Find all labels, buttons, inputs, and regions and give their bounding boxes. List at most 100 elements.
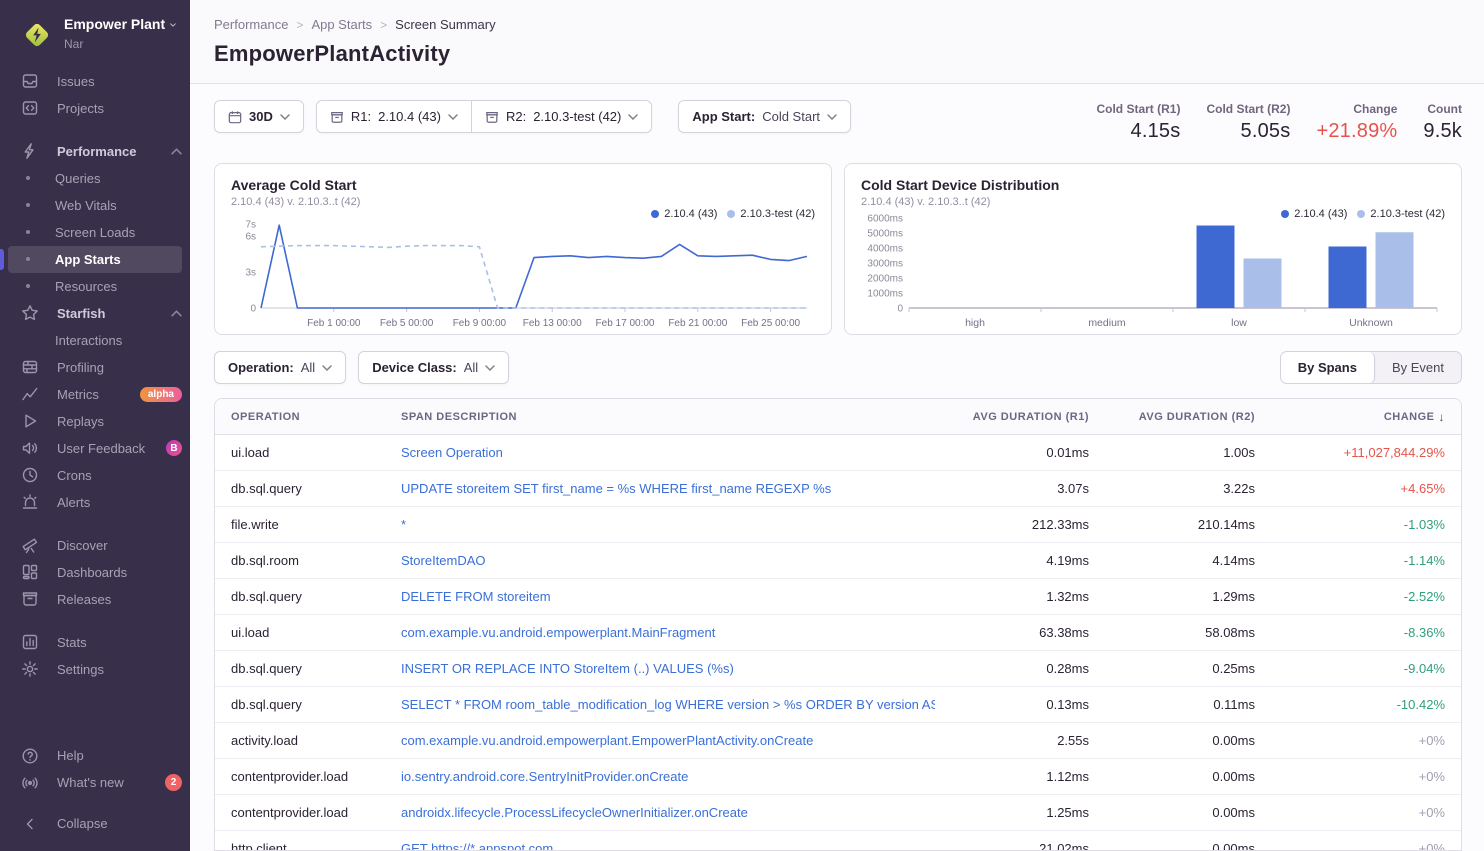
breadcrumb-app-starts[interactable]: App Starts	[311, 17, 372, 32]
span-description-link[interactable]: StoreItemDAO	[401, 553, 486, 568]
releases-icon	[20, 590, 39, 608]
legend-label: 2.10.3-test (42)	[740, 208, 815, 220]
svg-text:6000ms: 6000ms	[867, 214, 903, 225]
svg-text:2000ms: 2000ms	[867, 274, 903, 285]
toggle-by-spans[interactable]: By Spans	[1281, 352, 1375, 383]
bullet-icon	[26, 284, 30, 288]
span-description-link[interactable]: com.example.vu.android.empowerplant.Empo…	[401, 733, 813, 748]
span-description-link[interactable]: io.sentry.android.core.SentryInitProvide…	[401, 769, 688, 784]
span-description-link[interactable]: *	[401, 517, 406, 532]
stat-label: Change	[1353, 102, 1397, 116]
col-avg-duration-r2[interactable]: Avg Duration (R2)	[1105, 399, 1271, 435]
legend-entry[interactable]: 2.10.4 (43)	[1281, 208, 1347, 220]
sidebar-item-crons[interactable]: Crons	[8, 462, 182, 489]
span-description-link[interactable]: androidx.lifecycle.ProcessLifecycleOwner…	[401, 805, 748, 820]
sidebar-item-projects[interactable]: Projects	[8, 95, 182, 122]
sidebar-item-queries[interactable]: Queries	[8, 165, 182, 192]
cell-avg-duration-r1: 0.28ms	[935, 651, 1105, 686]
sidebar-item-collapse[interactable]: Collapse	[8, 810, 182, 837]
table-row: file.write*212.33ms210.14ms-1.03%	[215, 506, 1461, 542]
charts-row: Average Cold Start 2.10.4 (43) v. 2.10.3…	[214, 163, 1462, 335]
sidebar-item-starfish[interactable]: Starfish	[8, 300, 182, 327]
sidebar-item-app-starts[interactable]: App Starts	[8, 246, 182, 273]
sidebar-item-web-vitals[interactable]: Web Vitals	[8, 192, 182, 219]
device-distribution-panel: Cold Start Device Distribution 2.10.4 (4…	[844, 163, 1462, 335]
chevron-up-icon	[171, 310, 182, 317]
sidebar-item-replays[interactable]: Replays	[8, 408, 182, 435]
cell-span-description: Screen Operation	[385, 435, 935, 470]
col-change[interactable]: Change ↓	[1271, 399, 1461, 435]
span-description-link[interactable]: DELETE FROM storeitem	[401, 589, 551, 604]
svg-text:6s: 6s	[245, 232, 256, 243]
stat-cold-start-r1: Cold Start (R1)4.15s	[1096, 102, 1180, 143]
table-row: contentprovider.loadandroidx.lifecycle.P…	[215, 794, 1461, 830]
svg-text:Feb 9 00:00: Feb 9 00:00	[453, 318, 507, 329]
sidebar-item-performance[interactable]: Performance	[8, 138, 182, 165]
span-description-link[interactable]: UPDATE storeitem SET first_name = %s WHE…	[401, 481, 831, 496]
sidebar-item-user-feedback[interactable]: User FeedbackB	[8, 435, 182, 462]
sidebar-item-label: Interactions	[55, 333, 122, 348]
sidebar-item-resources[interactable]: Resources	[8, 273, 182, 300]
sidebar-item-releases[interactable]: Releases	[8, 586, 182, 613]
stats-icon	[20, 633, 39, 651]
sidebar-item-label: Performance	[57, 144, 136, 159]
sidebar-item-stats[interactable]: Stats	[8, 629, 182, 656]
sidebar-item-profiling[interactable]: Profiling	[8, 354, 182, 381]
date-range-button[interactable]: 30D	[214, 100, 304, 133]
cell-avg-duration-r2: 4.14ms	[1105, 543, 1271, 578]
release-r1-button[interactable]: R1: 2.10.4 (43)	[317, 101, 471, 132]
col-span-description[interactable]: Span Description	[385, 399, 935, 435]
operation-label: Operation:	[228, 360, 294, 375]
svg-text:4000ms: 4000ms	[867, 244, 903, 255]
alpha-badge: alpha	[140, 387, 182, 402]
cell-avg-duration-r2: 0.11ms	[1105, 687, 1271, 722]
cell-span-description: com.example.vu.android.empowerplant.Main…	[385, 615, 935, 650]
device-class-filter-button[interactable]: Device Class: All	[358, 351, 509, 384]
sidebar-item-help[interactable]: Help	[8, 742, 182, 769]
span-description-link[interactable]: GET https://*.appspot.com	[401, 841, 553, 851]
operation-filter-button[interactable]: Operation: All	[214, 351, 346, 384]
breadcrumb-separator: >	[296, 18, 303, 32]
sidebar-item-dashboards[interactable]: Dashboards	[8, 559, 182, 586]
release-r2-button[interactable]: R2: 2.10.3-test (42)	[471, 101, 651, 132]
col-operation[interactable]: Operation	[215, 399, 385, 435]
sidebar-item-label: Starfish	[57, 306, 105, 321]
org-switcher[interactable]: Empower Plant Nar	[0, 14, 190, 68]
span-description-link[interactable]: Screen Operation	[401, 445, 503, 460]
span-description-link[interactable]: SELECT * FROM room_table_modification_lo…	[401, 697, 935, 712]
sidebar-item-alerts[interactable]: Alerts	[8, 489, 182, 516]
col-avg-duration-r1[interactable]: Avg Duration (R1)	[935, 399, 1105, 435]
span-description-link[interactable]: com.example.vu.android.empowerplant.Main…	[401, 625, 715, 640]
cell-span-description: DELETE FROM storeitem	[385, 579, 935, 614]
release-r2-value: 2.10.3-test (42)	[533, 109, 621, 124]
span-description-link[interactable]: INSERT OR REPLACE INTO StoreItem (..) VA…	[401, 661, 734, 676]
sidebar-item-issues[interactable]: Issues	[8, 68, 182, 95]
sidebar-item-interactions[interactable]: Interactions	[8, 327, 182, 354]
legend-label: 2.10.4 (43)	[664, 208, 717, 220]
stat-value: 9.5k	[1423, 120, 1462, 143]
sidebar-item-label: Collapse	[57, 816, 108, 831]
cell-operation: contentprovider.load	[215, 759, 385, 794]
legend-entry[interactable]: 2.10.4 (43)	[651, 208, 717, 220]
legend-entry[interactable]: 2.10.3-test (42)	[1357, 208, 1445, 220]
org-project: Nar	[64, 37, 83, 51]
sidebar-item-screen-loads[interactable]: Screen Loads	[8, 219, 182, 246]
svg-text:medium: medium	[1088, 317, 1126, 329]
stat-label: Cold Start (R1)	[1096, 102, 1180, 116]
device-class-value: All	[464, 360, 478, 375]
main-area: Performance > App Starts > Screen Summar…	[190, 0, 1484, 851]
breadcrumb: Performance > App Starts > Screen Summar…	[214, 17, 1460, 32]
sidebar-item-settings[interactable]: Settings	[8, 656, 182, 683]
beta-badge: B	[166, 440, 182, 456]
legend-entry[interactable]: 2.10.3-test (42)	[727, 208, 815, 220]
sidebar-item-metrics[interactable]: Metricsalpha	[8, 381, 182, 408]
chart-subtitle: 2.10.4 (43) v. 2.10.3..t (42)	[231, 196, 815, 208]
chevron-down-icon	[170, 22, 176, 28]
sidebar-item-discover[interactable]: Discover	[8, 532, 182, 559]
cell-span-description: io.sentry.android.core.SentryInitProvide…	[385, 759, 935, 794]
app-start-type-button[interactable]: App Start: Cold Start	[678, 100, 851, 133]
sidebar-item-what-s-new[interactable]: What's new2	[8, 769, 182, 796]
svg-text:Feb 21 00:00: Feb 21 00:00	[668, 318, 727, 329]
toggle-by-event[interactable]: By Event	[1375, 352, 1461, 383]
breadcrumb-performance[interactable]: Performance	[214, 17, 288, 32]
